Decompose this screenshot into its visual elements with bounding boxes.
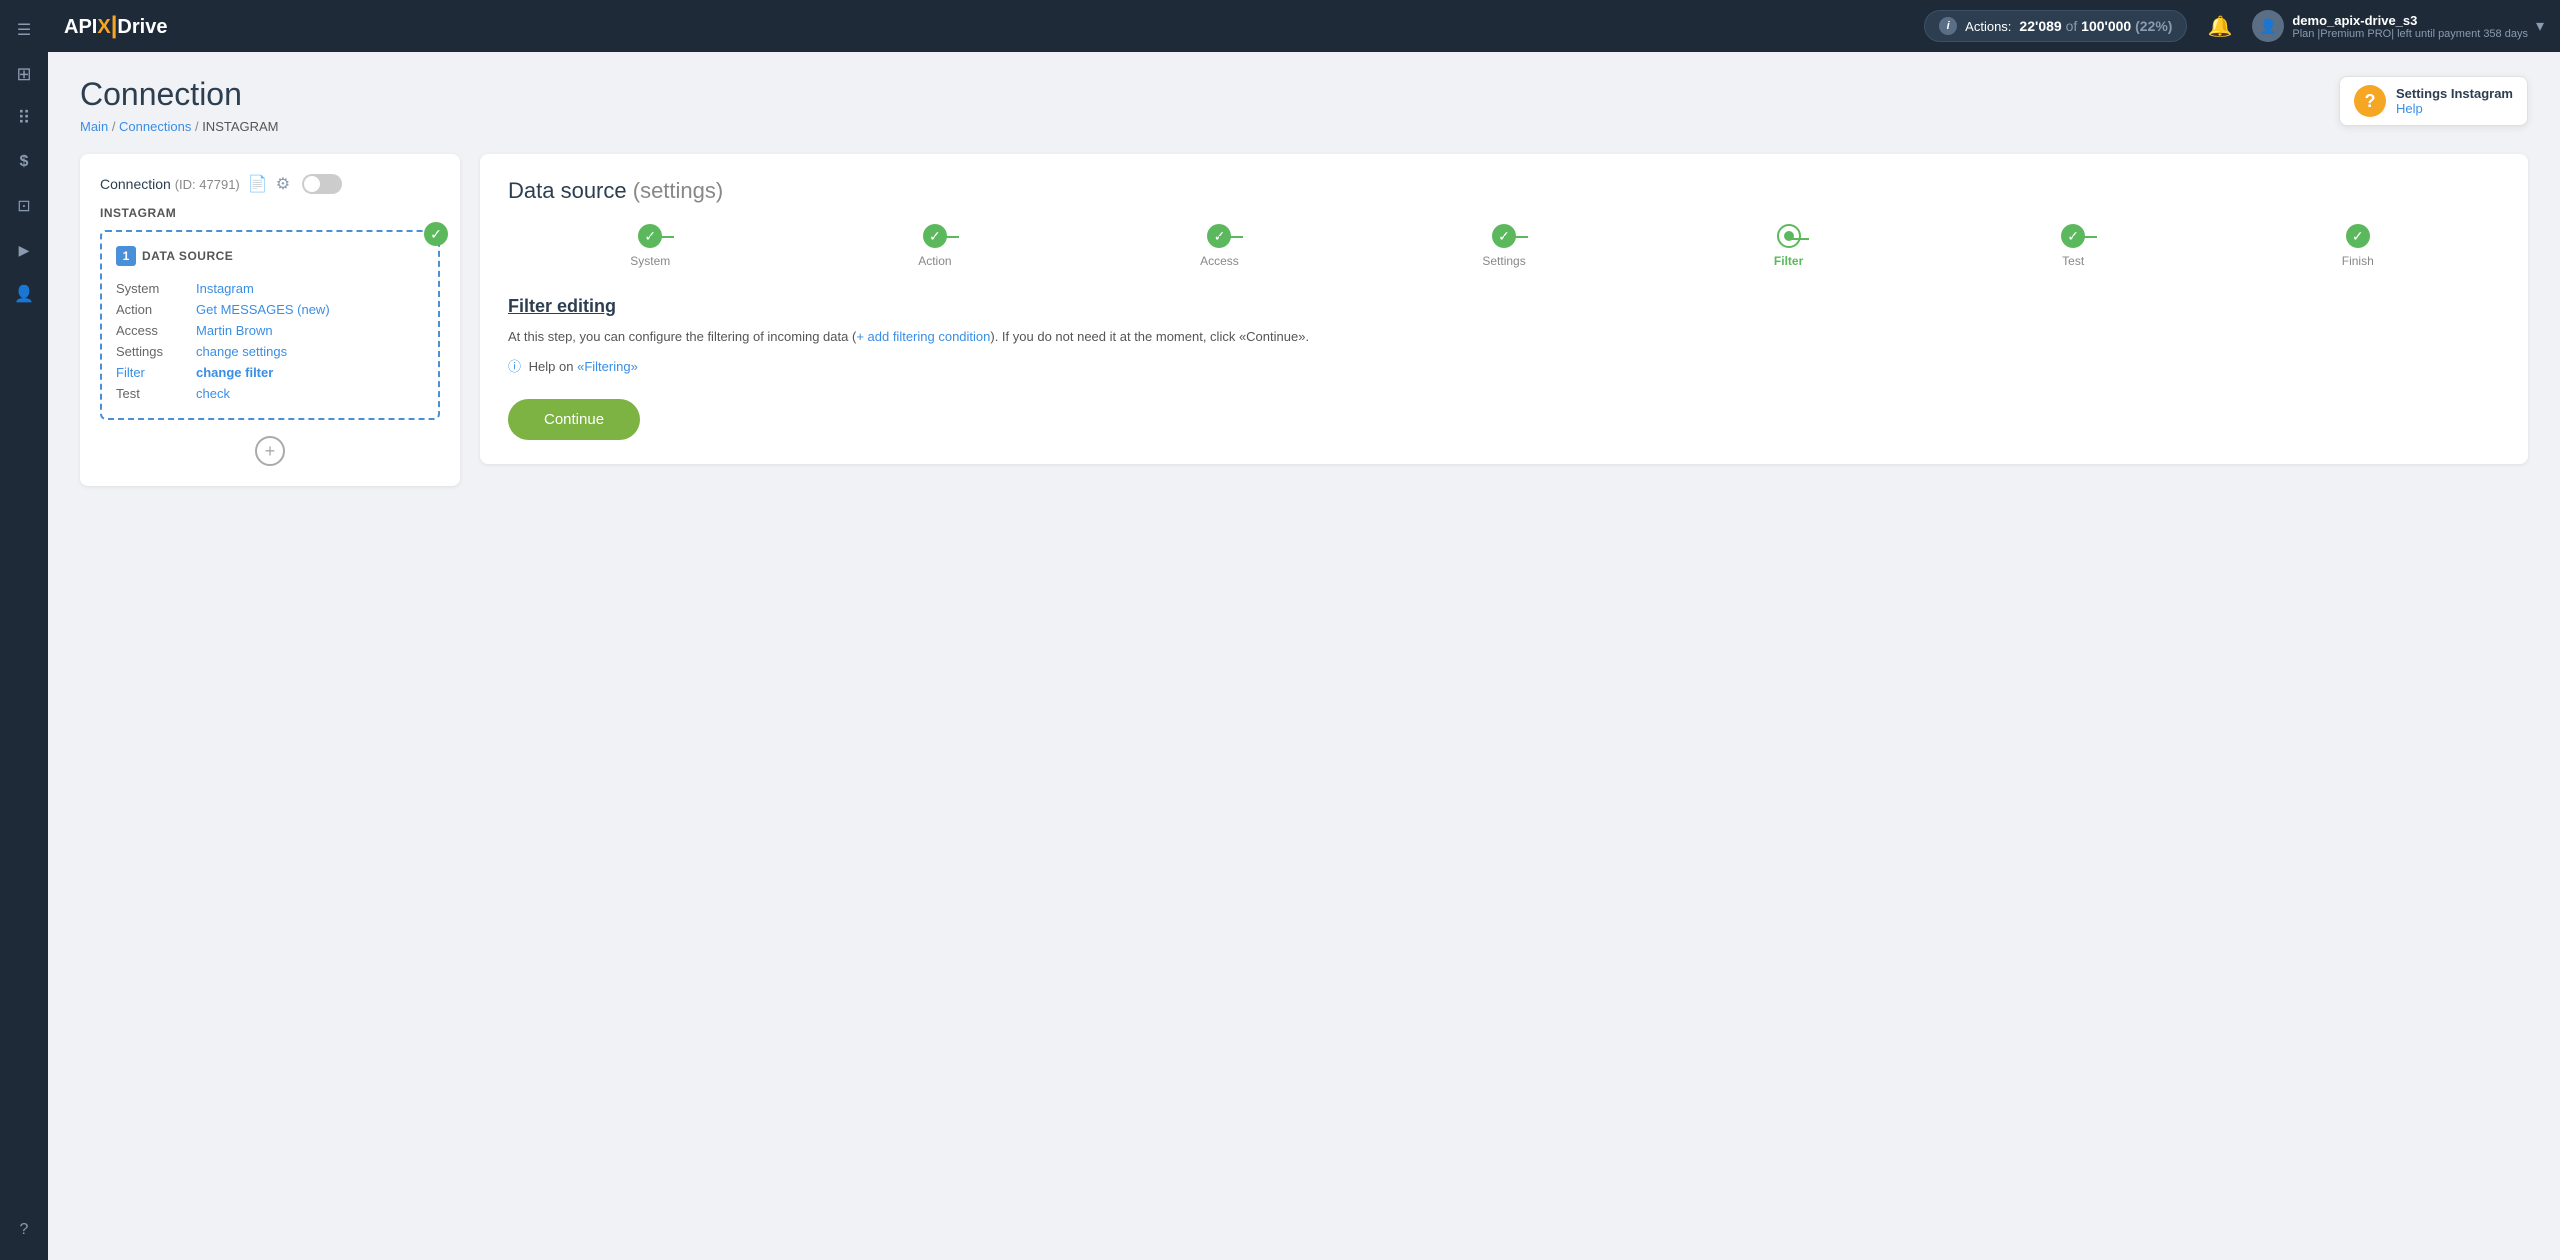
table-row: System Instagram — [116, 278, 424, 299]
help-question-icon: ? — [2354, 85, 2386, 117]
filter-label: Filter — [116, 362, 196, 383]
step-system: ✓ System — [508, 224, 793, 268]
info-icon: i — [1939, 17, 1957, 35]
settings-value-link[interactable]: change settings — [196, 344, 287, 359]
filter-help-text: ⓘ Help on «Filtering» — [508, 356, 2500, 375]
step-test: ✓ Test — [1931, 224, 2216, 268]
table-row: Settings change settings — [116, 341, 424, 362]
avatar: 👤 — [2252, 10, 2284, 42]
step-circle-action: ✓ — [923, 224, 947, 248]
help-widget: ? Settings Instagram Help — [2339, 76, 2528, 126]
datasource-check-icon: ✓ — [424, 222, 448, 246]
data-source-box: ✓ 1 DATA SOURCE System Instagram Action … — [100, 230, 440, 420]
step-circle-finish: ✓ — [2346, 224, 2370, 248]
test-value-link[interactable]: check — [196, 386, 230, 401]
datasource-badge: 1 DATA SOURCE — [116, 246, 424, 266]
action-value-link[interactable]: Get MESSAGES (new) — [196, 302, 330, 317]
table-row: Test check — [116, 383, 424, 404]
step-label-test: Test — [2062, 254, 2084, 268]
gear-icon[interactable]: ⚙ — [276, 174, 290, 194]
content-area: Connection Main / Connections / INSTAGRA… — [48, 52, 2560, 1260]
table-row: Access Martin Brown — [116, 320, 424, 341]
topnav: APIX|Drive i Actions: 22'089 of 100'000 … — [48, 0, 2560, 52]
step-circle-filter — [1777, 224, 1801, 248]
document-icon[interactable]: 📄 — [248, 174, 268, 194]
datasource-table: System Instagram Action Get MESSAGES (ne… — [116, 278, 424, 404]
actions-count: 22'089 of 100'000 (22%) — [2019, 18, 2172, 34]
step-circle-settings: ✓ — [1492, 224, 1516, 248]
filter-description: At this step, you can configure the filt… — [508, 327, 2500, 348]
filter-editing-title: Filter editing — [508, 296, 2500, 317]
sidebar-item-dashboard[interactable]: ⊞ — [6, 56, 42, 92]
sidebar-item-help[interactable]: ? — [6, 1212, 42, 1248]
step-circle-test: ✓ — [2061, 224, 2085, 248]
step-filter: Filter — [1646, 224, 1931, 268]
breadcrumb: Main / Connections / INSTAGRAM — [80, 119, 279, 134]
notification-icon[interactable]: 🔔 — [2207, 14, 2232, 39]
breadcrumb-current: INSTAGRAM — [202, 119, 278, 134]
chevron-down-icon: ▾ — [2536, 16, 2544, 36]
step-action: ✓ Action — [793, 224, 1078, 268]
filtering-help-link[interactable]: «Filtering» — [577, 359, 638, 374]
connection-toggle[interactable] — [302, 174, 342, 194]
two-column-layout: Connection (ID: 47791) 📄 ⚙ INSTAGRAM ✓ 1… — [80, 154, 2528, 486]
step-label-finish: Finish — [2342, 254, 2374, 268]
logo: APIX|Drive — [64, 12, 167, 40]
sidebar-item-connections[interactable]: ⠿ — [6, 100, 42, 136]
sidebar-item-media[interactable]: ▶ — [6, 232, 42, 268]
actions-label: Actions: — [1965, 19, 2011, 34]
datasource-title: Data source (settings) — [508, 178, 2500, 204]
step-finish: ✓ Finish — [2215, 224, 2500, 268]
connection-system-label: INSTAGRAM — [100, 206, 440, 220]
access-value-link[interactable]: Martin Brown — [196, 323, 273, 338]
field-label: Action — [116, 299, 196, 320]
user-menu[interactable]: 👤 demo_apix-drive_s3 Plan |Premium PRO| … — [2252, 10, 2544, 42]
step-label-settings: Settings — [1482, 254, 1525, 268]
step-access: ✓ Access — [1077, 224, 1362, 268]
sidebar-item-profile[interactable]: 👤 — [6, 276, 42, 312]
add-filter-link[interactable]: + add filtering condition — [856, 329, 990, 344]
breadcrumb-main[interactable]: Main — [80, 119, 108, 134]
step-label-access: Access — [1200, 254, 1239, 268]
hamburger-menu[interactable]: ☰ — [6, 12, 42, 48]
badge-number: 1 — [116, 246, 136, 266]
add-datasource-area: + — [100, 436, 440, 466]
page-title: Connection — [80, 76, 279, 113]
user-plan: Plan |Premium PRO| left until payment 35… — [2292, 28, 2528, 40]
badge-label: DATA SOURCE — [142, 249, 233, 263]
sidebar-item-tools[interactable]: ⊡ — [6, 188, 42, 224]
help-link[interactable]: Help — [2396, 101, 2513, 116]
field-label: System — [116, 278, 196, 299]
field-label: Settings — [116, 341, 196, 362]
sidebar-item-billing[interactable]: $ — [6, 144, 42, 180]
help-title: Settings Instagram — [2396, 86, 2513, 101]
right-panel: Data source (settings) ✓ System — [480, 154, 2528, 464]
sidebar: ☰ ⊞ ⠿ $ ⊡ ▶ 👤 ? — [0, 0, 48, 1260]
add-datasource-button[interactable]: + — [255, 436, 285, 466]
step-circle-system: ✓ — [638, 224, 662, 248]
step-label-system: System — [630, 254, 670, 268]
filter-value-link[interactable]: change filter — [196, 365, 273, 380]
field-label: Access — [116, 320, 196, 341]
step-circle-access: ✓ — [1207, 224, 1231, 248]
page-header: Connection Main / Connections / INSTAGRA… — [80, 76, 2528, 134]
connection-header: Connection (ID: 47791) 📄 ⚙ — [100, 174, 440, 194]
step-settings: ✓ Settings — [1362, 224, 1647, 268]
connection-title: Connection (ID: 47791) — [100, 176, 240, 192]
step-label-filter: Filter — [1774, 254, 1803, 268]
table-row: Filter change filter — [116, 362, 424, 383]
table-row: Action Get MESSAGES (new) — [116, 299, 424, 320]
system-value-link[interactable]: Instagram — [196, 281, 254, 296]
steps-bar: ✓ System ✓ Action — [508, 224, 2500, 268]
field-label: Test — [116, 383, 196, 404]
breadcrumb-connections[interactable]: Connections — [119, 119, 191, 134]
left-panel: Connection (ID: 47791) 📄 ⚙ INSTAGRAM ✓ 1… — [80, 154, 460, 486]
step-label-action: Action — [918, 254, 951, 268]
continue-button[interactable]: Continue — [508, 399, 640, 440]
user-name: demo_apix-drive_s3 — [2292, 13, 2528, 28]
actions-badge: i Actions: 22'089 of 100'000 (22%) — [1924, 10, 2187, 42]
